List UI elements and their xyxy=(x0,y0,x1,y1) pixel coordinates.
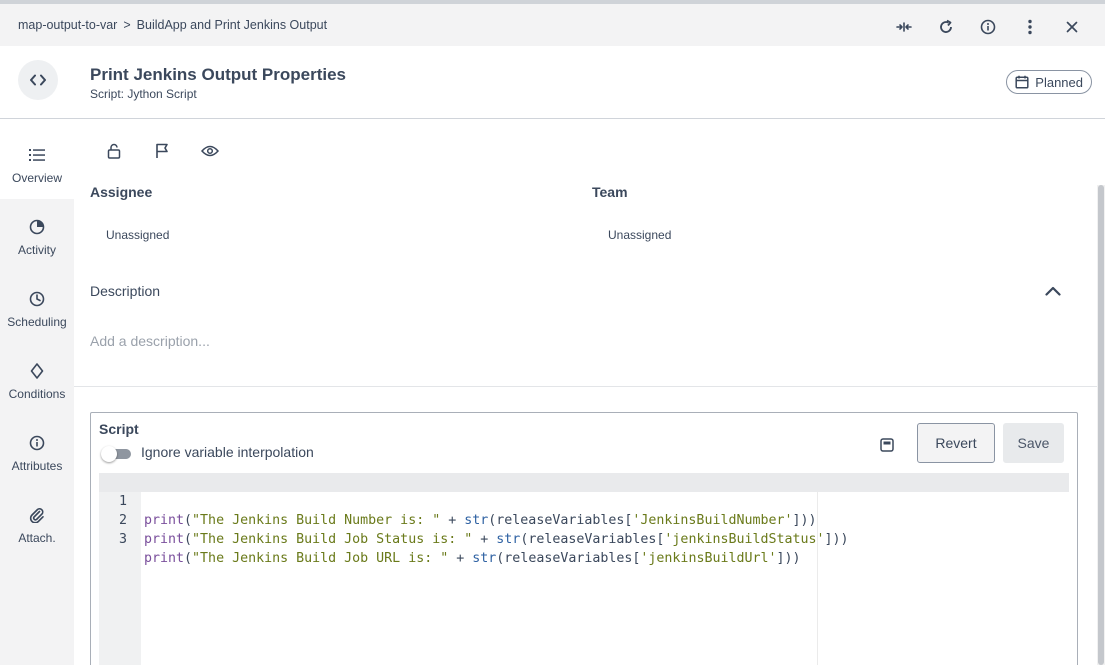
scrollbar-thumb[interactable] xyxy=(1098,185,1104,665)
status-badge[interactable]: Planned xyxy=(1006,70,1092,94)
refresh-icon[interactable] xyxy=(925,16,967,38)
sidebar-item-scheduling[interactable]: Scheduling xyxy=(0,271,74,343)
description-label: Description xyxy=(90,283,161,299)
assignee-label: Assignee xyxy=(90,184,153,200)
sidebar-item-label: Attach. xyxy=(18,531,56,545)
token-paren: ( xyxy=(184,551,193,566)
side-nav: Overview Activity Scheduling Conditions … xyxy=(0,127,74,665)
token-operator: + xyxy=(448,551,473,566)
token-arg: (releaseVariables[ xyxy=(496,551,641,566)
divider xyxy=(74,386,1097,387)
code-text: print("The Jenkins Build Job Status is: … xyxy=(144,530,849,549)
code-line[interactable]: 1 print("The Jenkins Build Number is: " … xyxy=(99,473,1069,528)
token-builtin: str xyxy=(496,532,521,547)
breadcrumb-separator: > xyxy=(123,18,131,32)
token-builtin: str xyxy=(472,551,497,566)
more-vertical-icon[interactable] xyxy=(1009,16,1051,38)
sidebar-item-overview[interactable]: Overview xyxy=(0,127,74,199)
eye-icon[interactable] xyxy=(198,139,222,163)
code-text: print("The Jenkins Build Job URL is: " +… xyxy=(144,549,801,568)
task-action-icons xyxy=(102,139,222,163)
diamond-icon xyxy=(30,363,44,384)
code-line[interactable]: 3 print("The Jenkins Build Job URL is: "… xyxy=(99,511,1069,566)
token-operator: + xyxy=(472,532,497,547)
calendar-icon xyxy=(1015,75,1029,89)
sidebar-item-label: Activity xyxy=(17,243,56,257)
token-string: "The Jenkins Build Job Status is: " xyxy=(192,532,473,547)
task-header: Print Jenkins Output Properties Script: … xyxy=(0,46,1105,119)
clock-icon xyxy=(29,291,45,312)
code-line[interactable]: 2 print("The Jenkins Build Job Status is… xyxy=(99,492,1069,547)
breadcrumb: map-output-to-var > BuildApp and Print Jen… xyxy=(18,18,327,32)
collapse-arrows-icon[interactable] xyxy=(883,16,925,38)
sidebar-item-label: Attributes xyxy=(11,459,63,473)
code-editor[interactable]: 1 print("The Jenkins Build Number is: " … xyxy=(99,473,1069,665)
task-subtitle: Script: Jython Script xyxy=(90,87,197,101)
assignee-value[interactable]: Unassigned xyxy=(106,228,169,242)
revert-button[interactable]: Revert xyxy=(917,423,995,463)
paperclip-icon xyxy=(29,507,45,528)
list-icon xyxy=(28,147,46,168)
toggle-label: Ignore variable interpolation xyxy=(141,444,314,460)
toggle-knob xyxy=(101,446,117,462)
ignore-interpolation-toggle[interactable] xyxy=(101,446,131,462)
token-tail: ])) xyxy=(824,532,849,547)
top-bar: map-output-to-var > BuildApp and Print Jen… xyxy=(0,0,1105,46)
token-paren: ( xyxy=(184,532,193,547)
script-title: Script xyxy=(99,421,139,437)
token-string: "The Jenkins Build Job URL is: " xyxy=(192,551,449,566)
breadcrumb-parent[interactable]: map-output-to-var xyxy=(18,18,117,32)
scrollbar[interactable] xyxy=(1097,185,1105,665)
unlock-icon[interactable] xyxy=(102,139,126,163)
sidebar-item-conditions[interactable]: Conditions xyxy=(0,343,74,415)
top-actions xyxy=(883,16,1093,38)
sidebar-item-attributes[interactable]: Attributes xyxy=(0,415,74,487)
team-value[interactable]: Unassigned xyxy=(608,228,671,242)
pie-chart-icon xyxy=(29,219,45,240)
overview-panel: Assignee Unassigned Team Unassigned Desc… xyxy=(74,119,1105,665)
close-icon[interactable] xyxy=(1051,16,1093,38)
fullscreen-icon[interactable] xyxy=(877,435,897,455)
token-function: print xyxy=(144,551,185,566)
sidebar-item-activity[interactable]: Activity xyxy=(0,199,74,271)
info-icon xyxy=(29,435,45,456)
team-label: Team xyxy=(592,184,628,200)
page-title: Print Jenkins Output Properties xyxy=(90,65,346,84)
token-tail: ])) xyxy=(776,551,801,566)
status-label: Planned xyxy=(1035,74,1083,90)
token-arg: (releaseVariables[ xyxy=(520,532,665,547)
sidebar-item-label: Overview xyxy=(11,171,62,185)
code-icon xyxy=(18,60,58,100)
info-icon[interactable] xyxy=(967,16,1009,38)
line-number: 3 xyxy=(118,532,127,547)
flag-icon[interactable] xyxy=(150,139,174,163)
sidebar-item-attach[interactable]: Attach. xyxy=(0,487,74,559)
breadcrumb-current[interactable]: BuildApp and Print Jenkins Output xyxy=(137,18,327,32)
token-key: 'jenkinsBuildStatus' xyxy=(664,532,825,547)
chevron-up-icon[interactable] xyxy=(1041,281,1065,301)
sidebar-item-label: Conditions xyxy=(8,387,66,401)
description-input[interactable]: Add a description... xyxy=(90,333,210,349)
sidebar-item-label: Scheduling xyxy=(7,315,67,329)
script-editor-panel: Script Ignore variable interpolation Rev… xyxy=(90,412,1078,665)
token-key: 'jenkinsBuildUrl' xyxy=(640,551,777,566)
save-button[interactable]: Save xyxy=(1003,423,1064,463)
